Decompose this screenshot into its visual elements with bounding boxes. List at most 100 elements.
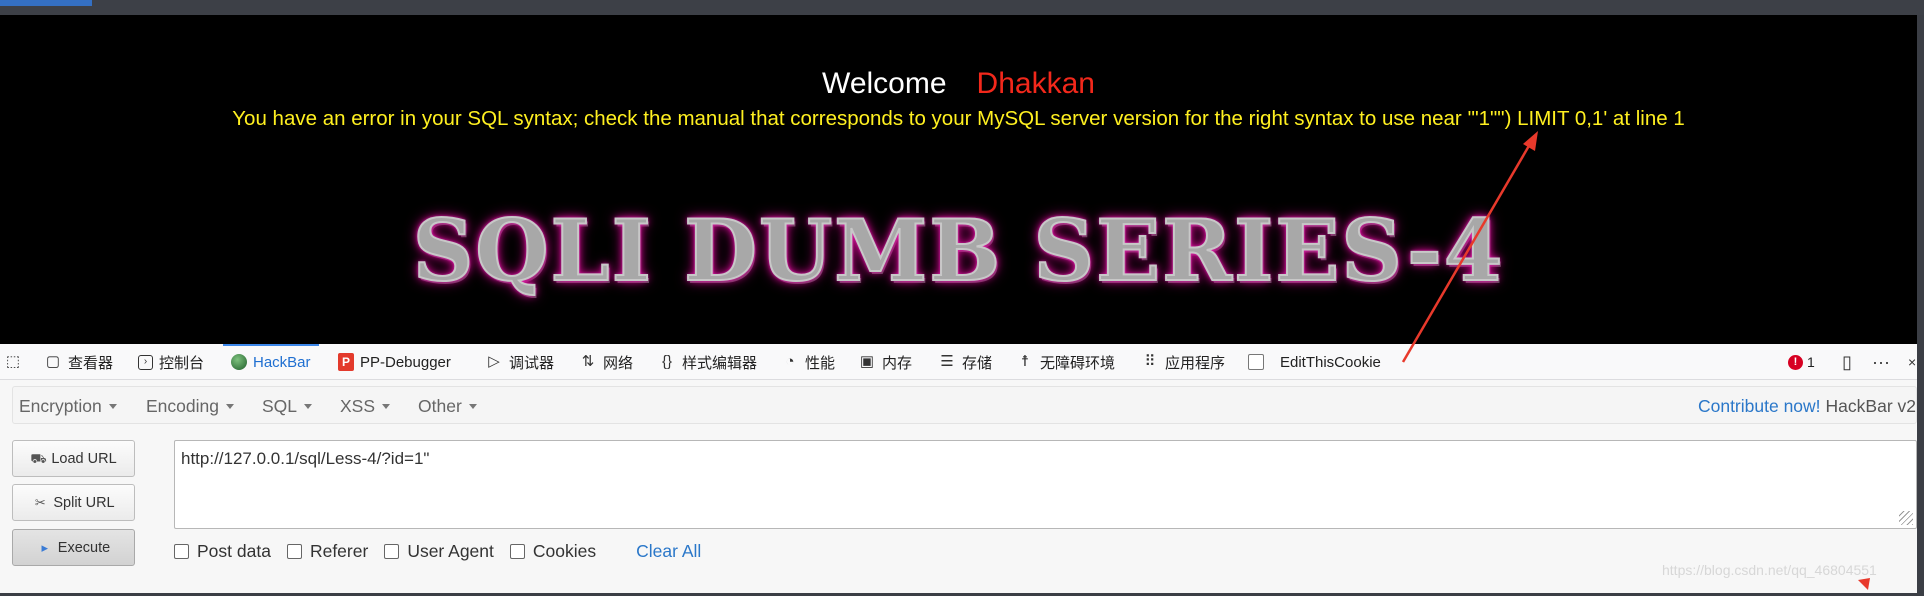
execute-button[interactable]: ▸ Execute (12, 529, 135, 566)
tab-label: 查看器 (68, 354, 114, 372)
storage-icon: ☰ (940, 353, 954, 370)
menu-sql[interactable]: SQL (262, 387, 313, 425)
tab-label: 存储 (962, 354, 993, 372)
caret-down-icon (468, 403, 477, 409)
browser-top-bar (0, 0, 1924, 15)
tab-network[interactable]: ⇅ 网络 (579, 344, 633, 380)
menu-label: Encryption (19, 395, 102, 416)
pp-debugger-icon: P (338, 353, 354, 371)
tab-accessibility[interactable]: ☨ 无障碍环境 (1016, 344, 1115, 380)
error-icon: ! (1788, 354, 1803, 370)
menu-label: XSS (340, 395, 376, 416)
url-textarea[interactable]: http://127.0.0.1/sql/Less-4/?id=1" (174, 440, 1917, 529)
tab-label: 样式编辑器 (682, 354, 758, 372)
tab-storage[interactable]: ☰ 存储 (938, 344, 992, 380)
tab-label: 控制台 (159, 354, 205, 372)
tab-application[interactable]: ⠿ 应用程序 (1141, 344, 1226, 380)
option-label: Cookies (532, 540, 597, 561)
menu-encoding[interactable]: Encoding (146, 387, 234, 425)
tab-memory[interactable]: ▣ 内存 (858, 344, 912, 380)
contribute-area: Contribute now! HackBar v2 (1698, 387, 1916, 425)
cookies-option[interactable]: Cookies (509, 540, 597, 562)
split-url-button[interactable]: ✂ Split URL (12, 484, 135, 521)
devtools-toolbar: ⬚ ▢ 查看器 › 控制台 HackBar P PP-Debugger ▷ 调试器 ⇅ 网… (0, 344, 1917, 380)
tab-label: 内存 (882, 354, 913, 372)
more-options-button[interactable]: ··· (1872, 344, 1890, 380)
menu-xss[interactable]: XSS (340, 387, 391, 425)
cookie-checkbox-icon (1248, 354, 1264, 370)
tab-label: HackBar (253, 353, 311, 371)
memory-icon: ▣ (859, 353, 875, 370)
referer-option[interactable]: Referer (286, 540, 369, 562)
series-banner: SQLI DUMB SERIES-4 (0, 200, 1917, 301)
username: Dhakkan (976, 67, 1095, 100)
user-agent-checkbox[interactable] (384, 543, 400, 559)
hackbar-version: HackBar v2 (1825, 395, 1916, 416)
accessibility-icon: ☨ (1020, 353, 1030, 370)
tab-editthiscookie[interactable]: EditThisCookie (1248, 344, 1381, 380)
tab-pp-debugger[interactable]: P PP-Debugger (338, 344, 451, 380)
hackbar-icon (231, 354, 247, 370)
window-right-edge (1917, 15, 1924, 596)
performance-icon: ◔ (785, 353, 795, 370)
tab-label: 无障碍环境 (1040, 354, 1116, 372)
tab-performance[interactable]: ◔ 性能 (781, 344, 835, 380)
button-label: Load URL (51, 450, 117, 467)
banner-text: SQLI DUMB SERIES-4 (412, 200, 1505, 301)
error-count: 1 (1807, 354, 1815, 370)
option-label: Referer (309, 540, 369, 561)
sql-error-message: You have an error in your SQL syntax; ch… (232, 107, 1685, 130)
contribute-link[interactable]: Contribute now! (1698, 396, 1821, 417)
caret-down-icon (225, 403, 234, 409)
welcome-label: Welcome (822, 67, 947, 100)
application-icon: ⠿ (1144, 353, 1156, 370)
tab-label: 网络 (603, 354, 634, 372)
tab-label: 应用程序 (1165, 354, 1226, 372)
post-data-option[interactable]: Post data (174, 541, 271, 562)
cookies-checkbox[interactable] (509, 543, 525, 559)
responsive-design-button[interactable]: ▯ (1842, 344, 1852, 380)
hackbar-menu-bar: Encryption Encoding SQL XSS Other Contri… (12, 386, 1917, 424)
hackbar-options: Post data Referer User Agent Cookies Cle… (174, 541, 701, 561)
menu-encryption[interactable]: Encryption (19, 387, 117, 425)
menu-label: Encoding (146, 395, 219, 416)
scissors-icon: ✂ (34, 494, 46, 510)
clear-all-link[interactable]: Clear All (636, 541, 701, 562)
tab-console[interactable]: › 控制台 (138, 344, 204, 380)
button-label: Execute (57, 539, 111, 556)
caret-down-icon (108, 403, 117, 409)
inspector-icon: ▢ (45, 353, 61, 370)
tab-debugger[interactable]: ▷ 调试器 (485, 344, 554, 380)
close-devtools-button[interactable]: × (1908, 344, 1916, 380)
console-icon: › (138, 354, 153, 370)
element-picker-button[interactable]: ⬚ (4, 344, 22, 380)
web-page: Welcome Dhakkan You have an error in your… (0, 15, 1917, 344)
tab-label: PP-Debugger (360, 353, 451, 371)
menu-other[interactable]: Other (418, 387, 477, 425)
tab-style-editor[interactable]: {} 样式编辑器 (658, 344, 757, 380)
tab-inspector[interactable]: ▢ 查看器 (44, 344, 113, 380)
post-data-checkbox[interactable] (174, 543, 189, 559)
load-url-icon: ⛟ (30, 450, 47, 466)
responsive-icon: ▯ (1842, 351, 1852, 372)
debugger-icon: ▷ (488, 353, 500, 370)
close-icon: × (1908, 354, 1917, 370)
error-counter[interactable]: ! 1 (1788, 344, 1815, 380)
referer-checkbox[interactable] (286, 543, 302, 559)
resize-grip-icon[interactable] (1899, 511, 1913, 525)
menu-label: Other (418, 395, 462, 416)
url-value: http://127.0.0.1/sql/Less-4/?id=1" (181, 449, 430, 468)
tab-label: 性能 (805, 354, 836, 372)
style-editor-icon: {} (661, 353, 673, 370)
button-label: Split URL (53, 494, 115, 511)
load-url-button[interactable]: ⛟ Load URL (12, 440, 135, 477)
option-label: Post data (197, 540, 271, 561)
option-label: User Agent (407, 540, 494, 561)
pointer-icon: ⬚ (5, 353, 21, 370)
tab-label: 调试器 (509, 354, 555, 372)
ellipsis-icon: ··· (1872, 351, 1890, 372)
welcome-line: Welcome Dhakkan (0, 67, 1917, 101)
user-agent-option[interactable]: User Agent (384, 541, 494, 562)
tab-hackbar[interactable]: HackBar (223, 344, 319, 380)
network-icon: ⇅ (581, 353, 595, 370)
